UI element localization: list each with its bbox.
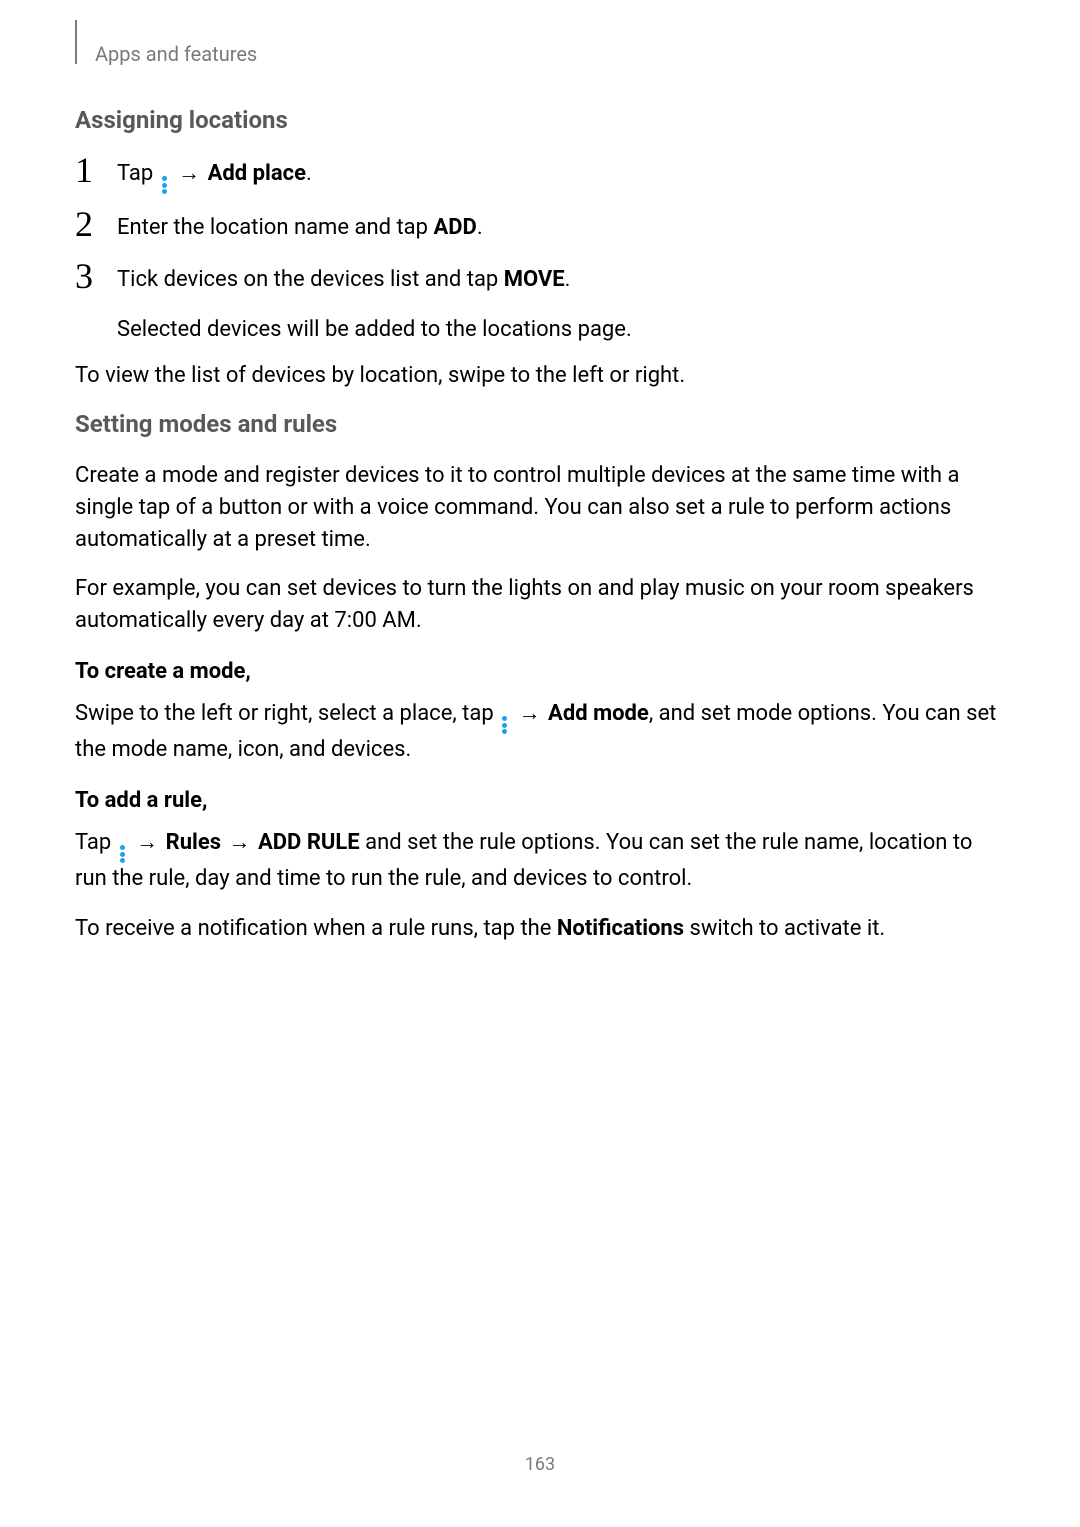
step-number: 1 [75,152,117,188]
more-options-icon [502,716,508,734]
subheading-create-mode: To create a mode, [75,659,1005,684]
paragraph: For example, you can set devices to turn… [75,573,1005,637]
page-number: 163 [0,1454,1080,1475]
subheading-add-rule: To add a rule, [75,788,1005,813]
text: To receive a notification when a rule ru… [75,916,557,941]
step-2: 2 Enter the location name and tap ADD. [75,210,1005,246]
breadcrumb-text: Apps and features [95,42,257,66]
breadcrumb: Apps and features [75,40,1005,68]
bold-text: Add mode [548,701,649,726]
step-number: 2 [75,206,117,242]
paragraph: To view the list of devices by location,… [75,360,1005,392]
bold-text: ADD [433,215,476,240]
arrow-text: → [221,830,258,855]
paragraph: Create a mode and register devices to it… [75,460,1005,556]
more-options-icon [162,176,168,194]
arrow-text: → [171,161,208,186]
text: Tick devices on the devices list and tap [117,267,504,292]
arrow-text: → [511,701,548,726]
text: . [565,267,571,292]
text: . [477,215,483,240]
text: . [306,161,312,186]
text: Swipe to the left or right, select a pla… [75,701,499,726]
step-3-sub: Selected devices will be added to the lo… [117,314,1005,346]
step-3: 3 Tick devices on the devices list and t… [75,262,1005,298]
bold-text: Notifications [557,916,684,941]
paragraph: Tap → Rules → ADD RULE and set the rule … [75,827,1005,895]
bold-text: Rules [166,830,221,855]
more-options-icon [120,845,126,863]
text: Tap [117,161,159,186]
text: Tap [75,830,117,855]
arrow-text: → [129,830,166,855]
section-title-setting-modes: Setting modes and rules [75,410,1005,438]
paragraph: To receive a notification when a rule ru… [75,913,1005,945]
header-rule [75,20,77,64]
bold-text: MOVE [504,267,565,292]
section-title-assigning-locations: Assigning locations [75,106,1005,134]
paragraph: Swipe to the left or right, select a pla… [75,698,1005,766]
bold-text: Add place [208,161,306,186]
step-body: Tap → Add place. [117,156,312,194]
step-1: 1 Tap → Add place. [75,156,1005,194]
step-body: Enter the location name and tap ADD. [117,210,483,244]
step-number: 3 [75,258,117,294]
step-body: Tick devices on the devices list and tap… [117,262,570,296]
text: Enter the location name and tap [117,215,433,240]
text: switch to activate it. [684,916,885,941]
bold-text: ADD RULE [258,830,360,855]
